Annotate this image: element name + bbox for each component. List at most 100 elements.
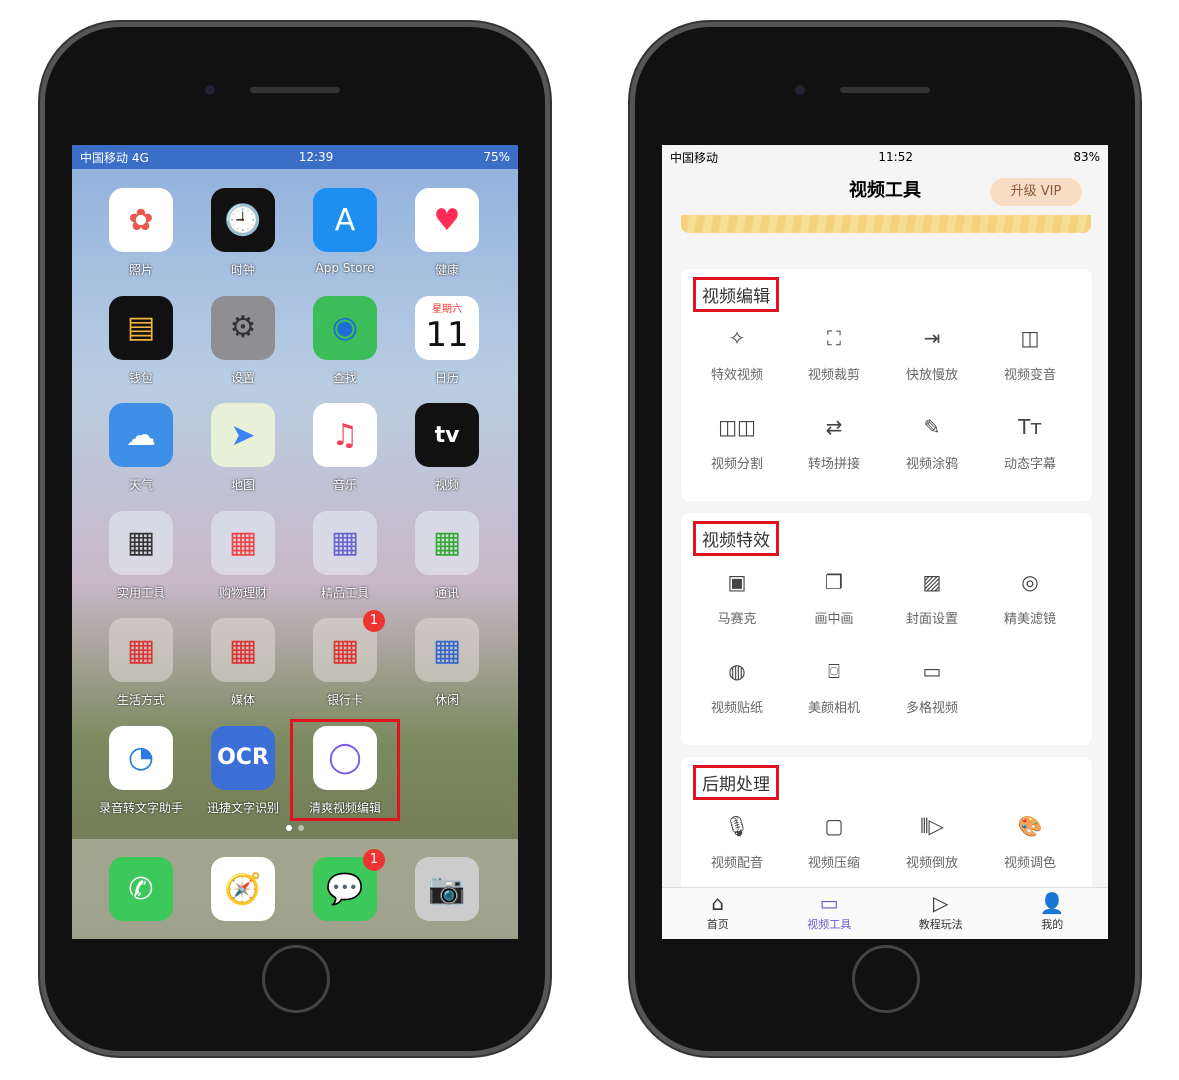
app-label: 媒体 — [230, 693, 255, 707]
app-视频[interactable]: tv 视频 — [402, 403, 492, 493]
app-音乐[interactable]: ♫ 音乐 — [300, 403, 390, 493]
tool-精美滤镜[interactable]: ◎ 精美滤镜 — [981, 568, 1079, 627]
tab-教程玩法[interactable]: ▷ 教程玩法 — [885, 888, 997, 939]
天气-icon: ☁ — [109, 403, 173, 467]
生活方式-icon: ▦ — [109, 618, 173, 682]
app-地图[interactable]: ➤ 地图 — [198, 403, 288, 493]
tool-马赛克[interactable]: ▣ 马赛克 — [688, 568, 786, 627]
tool-视频配音[interactable]: 🎙 视频配音 — [688, 812, 786, 871]
视频-icon: tv — [415, 403, 479, 467]
battery: 83% — [1073, 150, 1100, 164]
查找-icon: ◉ — [313, 295, 377, 360]
app-媒体[interactable]: ▦ 媒体 — [198, 618, 288, 708]
tool-动态字幕[interactable]: Tт 动态字幕 — [981, 413, 1079, 472]
tool-视频压缩[interactable]: ▢ 视频压缩 — [785, 812, 883, 871]
app-label: 购物理财 — [218, 585, 267, 600]
carrier: 中国移动 4G — [80, 150, 149, 165]
视频工具-icon: ▭ — [819, 891, 839, 915]
nav-bar: 视频工具 升级 VIP — [662, 169, 1108, 213]
精品工具-icon: ▦ — [313, 510, 377, 575]
tool-多格视频[interactable]: ▭ 多格视频 — [883, 657, 981, 716]
promo-banner[interactable] — [681, 215, 1091, 233]
tool-美颜相机[interactable]: ⌼ 美颜相机 — [785, 657, 883, 716]
section-title: 视频编辑 — [693, 277, 779, 312]
tool-画中画[interactable]: ❐ 画中画 — [785, 568, 883, 627]
app-时钟[interactable]: 🕘 时钟 — [198, 188, 288, 278]
app-label: 音乐 — [332, 478, 357, 492]
app-休闲[interactable]: ▦ 休闲 — [402, 618, 492, 708]
tool-label: 视频裁剪 — [807, 368, 860, 383]
tab-label: 首页 — [706, 918, 729, 931]
tool-label: 视频分割 — [710, 457, 763, 472]
app-迅捷文字识别[interactable]: OCR 迅捷文字识别 — [198, 725, 288, 816]
快放慢放-icon: ⇥ — [923, 326, 941, 350]
教程玩法-icon: ▷ — [933, 891, 949, 915]
app-label: 休闲 — [434, 693, 459, 707]
app-钱包[interactable]: ▤ 钱包 — [96, 295, 186, 386]
tool-label: 视频变音 — [1003, 368, 1056, 383]
right-phone: 中国移动 11:52 83% 视频工具 升级 VIP 视频编辑 ✧ 特效视频 ⛶ 视频裁… — [630, 22, 1140, 1056]
app-照片[interactable]: ✿ 照片 — [96, 188, 186, 278]
dock-messages[interactable]: 💬 1 — [300, 849, 390, 921]
tool-label: 视频压缩 — [807, 856, 860, 871]
app-购物理财[interactable]: ▦ 购物理财 — [198, 510, 288, 601]
speaker — [840, 87, 930, 93]
tool-视频涂鸦[interactable]: ✎ 视频涂鸦 — [883, 413, 981, 472]
tab-首页[interactable]: ⌂ 首页 — [662, 888, 774, 939]
home-button[interactable] — [262, 945, 330, 1013]
tab-视频工具[interactable]: ▭ 视频工具 — [774, 888, 886, 939]
tool-label: 快放慢放 — [905, 368, 958, 383]
app-查找[interactable]: ◉ 查找 — [300, 295, 390, 386]
home-button[interactable] — [852, 945, 920, 1013]
tool-视频裁剪[interactable]: ⛶ 视频裁剪 — [785, 324, 883, 383]
app-label: 日历 — [434, 370, 459, 385]
tool-视频贴纸[interactable]: ◍ 视频贴纸 — [688, 657, 786, 716]
dock-safari[interactable]: 🧭 — [198, 857, 288, 921]
dock-phone[interactable]: ✆ — [96, 857, 186, 921]
app-录音转文字助手[interactable]: ◔ 录音转文字助手 — [96, 725, 186, 816]
首页-icon: ⌂ — [711, 891, 725, 915]
app-label: App Store — [315, 261, 375, 275]
app-通讯[interactable]: ▦ 通讯 — [402, 510, 492, 601]
app-天气[interactable]: ☁ 天气 — [96, 403, 186, 493]
购物理财-icon: ▦ — [211, 510, 275, 575]
封面设置-icon: ▨ — [922, 570, 942, 594]
tool-视频变音[interactable]: ◫ 视频变音 — [981, 324, 1079, 383]
tool-label: 视频调色 — [1003, 856, 1056, 871]
section-视频编辑: 视频编辑 ✧ 特效视频 ⛶ 视频裁剪 ⇥ 快放慢放 ◫ 视频变音 ◫◫ 视频分割 ⇄ 转场拼接 ✎ 视频涂鸦… — [681, 269, 1092, 501]
app-健康[interactable]: ♥ 健康 — [402, 188, 492, 278]
tool-转场拼接[interactable]: ⇄ 转场拼接 — [785, 413, 883, 472]
tool-label: 美颜相机 — [807, 701, 860, 716]
carrier: 中国移动 — [670, 150, 719, 165]
app-设置[interactable]: ⚙ 设置 — [198, 295, 288, 386]
tool-label: 转场拼接 — [807, 457, 860, 472]
app-日历[interactable]: 11 星期六 日历 — [402, 295, 492, 386]
迅捷文字识别-icon: OCR — [211, 725, 275, 790]
视频配音-icon: 🎙 — [724, 814, 750, 838]
tool-视频倒放[interactable]: ⫴▷ 视频倒放 — [883, 812, 981, 871]
tool-视频调色[interactable]: 🎨 视频调色 — [981, 812, 1079, 871]
front-camera — [205, 85, 215, 95]
tool-label: 多格视频 — [905, 701, 958, 716]
status-bar: 中国移动 4G 12:39 75% — [72, 145, 518, 169]
upgrade-vip-button[interactable]: 升级 VIP — [990, 178, 1082, 206]
tool-特效视频[interactable]: ✧ 特效视频 — [688, 324, 786, 383]
app-label: 查找 — [332, 370, 357, 385]
tool-快放慢放[interactable]: ⇥ 快放慢放 — [883, 324, 981, 383]
dock-camera[interactable]: 📷 — [402, 857, 492, 921]
app-银行卡[interactable]: ▦ 1 银行卡 — [300, 610, 390, 708]
app-精品工具[interactable]: ▦ 精品工具 — [300, 510, 390, 601]
tool-label: 视频贴纸 — [710, 701, 763, 716]
tool-视频分割[interactable]: ◫◫ 视频分割 — [688, 413, 786, 472]
tab-label: 我的 — [1041, 918, 1064, 931]
特效视频-icon: ✧ — [728, 326, 746, 350]
app-实用工具[interactable]: ▦ 实用工具 — [96, 510, 186, 601]
page-dots[interactable] — [286, 825, 304, 831]
status-bar: 中国移动 11:52 83% — [662, 145, 1108, 169]
app-App Store[interactable]: A App Store — [300, 188, 390, 275]
app-生活方式[interactable]: ▦ 生活方式 — [96, 618, 186, 708]
休闲-icon: ▦ — [415, 618, 479, 682]
tool-封面设置[interactable]: ▨ 封面设置 — [883, 568, 981, 627]
视频裁剪-icon: ⛶ — [827, 326, 841, 350]
tab-我的[interactable]: 👤 我的 — [997, 888, 1109, 939]
